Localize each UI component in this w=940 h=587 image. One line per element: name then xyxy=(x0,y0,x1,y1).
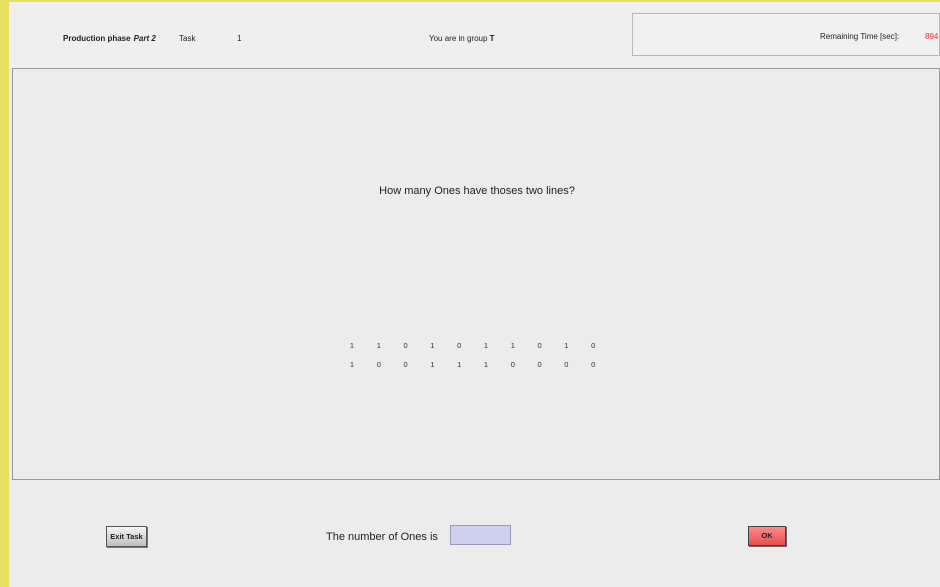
timer-panel: Remaining Time [sec]: 894 xyxy=(632,13,940,56)
digit-cell: 0 xyxy=(510,360,515,369)
group-name: T xyxy=(489,34,495,43)
phase-label: Production phase xyxy=(63,34,131,43)
digit-row: 1 0 0 1 1 1 0 0 0 0 xyxy=(13,360,940,372)
digit-cell: 1 xyxy=(349,341,355,350)
digit-cell: 0 xyxy=(403,341,408,350)
task-number: 1 xyxy=(237,34,242,43)
digit-cell: 1 xyxy=(457,360,462,369)
digit-cell: 1 xyxy=(510,341,515,350)
answer-label: The number of Ones is xyxy=(326,531,438,543)
exit-task-button[interactable]: Exit Task xyxy=(106,526,147,547)
digit-cell: 1 xyxy=(483,341,489,350)
task-label: Task xyxy=(179,34,196,43)
digit-cell: 0 xyxy=(537,360,542,369)
digit-cell: 1 xyxy=(376,341,381,350)
task-panel: How many Ones have thoses two lines? 1 1 0… xyxy=(12,68,940,480)
digit-cell: 0 xyxy=(591,341,596,350)
digit-cell: 0 xyxy=(403,360,408,369)
answer-input[interactable] xyxy=(450,525,511,545)
question-text: How many Ones have thoses two lines? xyxy=(379,185,575,197)
digit-cell: 0 xyxy=(537,341,542,350)
digit-cell: 0 xyxy=(591,360,596,369)
digit-cell: 1 xyxy=(483,360,489,369)
group-indicator: You are in group T xyxy=(429,34,495,44)
ok-button[interactable]: OK xyxy=(748,526,786,546)
group-prefix: You are in group xyxy=(429,34,488,43)
timer-value: 894 xyxy=(925,32,939,41)
phase-part: Part 2 xyxy=(133,34,156,43)
digit-cell: 0 xyxy=(564,360,569,369)
digit-cell: 1 xyxy=(430,341,435,350)
digit-cell: 0 xyxy=(457,341,462,350)
digit-cell: 1 xyxy=(564,341,569,350)
answer-bar: Exit Task The number of Ones is OK xyxy=(9,482,940,587)
digit-cell: 0 xyxy=(376,360,381,369)
timer-label: Remaining Time [sec]: xyxy=(820,32,900,41)
header-bar: Production phase Part 2 Task 1 You are in… xyxy=(9,2,940,68)
digit-cell: 1 xyxy=(349,360,355,369)
digit-row: 1 1 0 1 0 1 1 0 1 0 xyxy=(13,341,940,353)
phase-title: Production phase Part 2 xyxy=(63,34,156,44)
digit-cell: 1 xyxy=(430,360,435,369)
